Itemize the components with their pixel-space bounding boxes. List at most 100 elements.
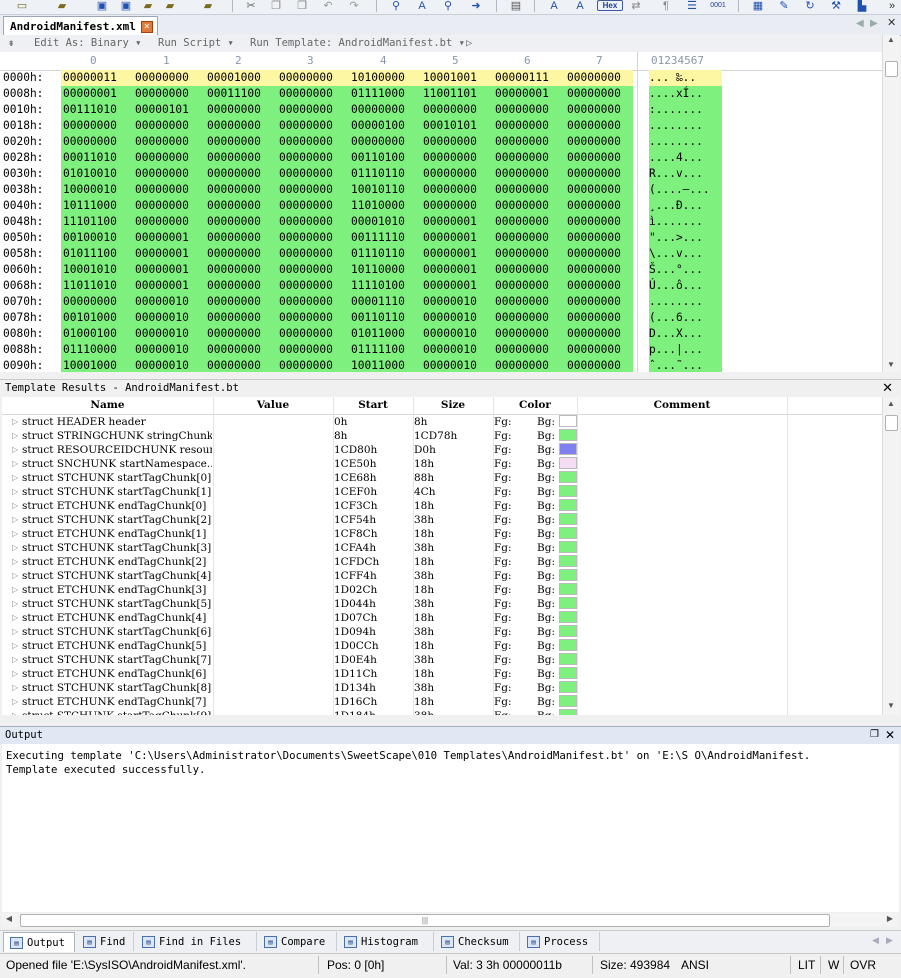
hex-mode-icon[interactable]: Hex	[597, 0, 623, 11]
find-in-files-icon[interactable]: ⚲	[440, 0, 456, 12]
goto-icon[interactable]: ➜	[468, 0, 484, 12]
fg-color-label[interactable]: Fg:	[494, 681, 512, 695]
hex-byte[interactable]: 00000111	[495, 70, 549, 86]
hex-byte[interactable]: 00000000	[495, 262, 549, 278]
hex-byte[interactable]: 01110110	[351, 246, 405, 262]
hex-byte[interactable]: 00000001	[63, 86, 117, 102]
hex-ascii[interactable]: ì.......	[649, 214, 722, 230]
bg-color-label[interactable]: Bg:	[537, 485, 555, 499]
hex-byte[interactable]: 00000010	[423, 326, 477, 342]
hex-byte[interactable]: 00000000	[279, 278, 333, 294]
bg-color-swatch[interactable]	[559, 625, 577, 637]
hex-ascii[interactable]: ....xÍ..	[649, 86, 722, 102]
table-row[interactable]: ▷ struct ETCHUNK endTagChunk[7] 1D16Ch 18h F…	[2, 695, 882, 709]
bg-color-swatch[interactable]	[559, 583, 577, 595]
hex-bytes[interactable]: 01000100 00000010 00000000 00000000 01011000…	[61, 326, 633, 342]
column-header[interactable]: Value	[213, 399, 333, 411]
fg-color-label[interactable]: Fg:	[494, 513, 512, 527]
hex-ascii[interactable]: \...v...	[649, 246, 722, 262]
hex-byte[interactable]: 00000000	[207, 214, 261, 230]
expand-icon[interactable]: ▷	[12, 513, 18, 527]
hex-byte[interactable]: 00000000	[423, 150, 477, 166]
bg-color-label[interactable]: Bg:	[537, 527, 555, 541]
fg-color-label[interactable]: Fg:	[494, 555, 512, 569]
hex-byte[interactable]: 00000000	[567, 214, 621, 230]
hex-byte[interactable]: 10011000	[351, 358, 405, 372]
table-row[interactable]: ▷ struct ETCHUNK endTagChunk[6] 1D11Ch 18h F…	[2, 667, 882, 681]
hex-byte[interactable]: 00000010	[423, 342, 477, 358]
hex-bytes[interactable]: 01110000 00000010 00000000 00000000 01111100…	[61, 342, 633, 358]
hex-byte[interactable]: 00000000	[207, 246, 261, 262]
hex-byte[interactable]: 00000000	[567, 182, 621, 198]
hex-byte[interactable]: 00000000	[135, 182, 189, 198]
hex-byte[interactable]: 00100010	[63, 230, 117, 246]
run-script-dropdown[interactable]: Run Script ▾	[158, 35, 234, 52]
hex-byte[interactable]: 00000000	[279, 310, 333, 326]
hex-byte[interactable]: 00000000	[279, 102, 333, 118]
bg-color-label[interactable]: Bg:	[537, 667, 555, 681]
bg-color-swatch[interactable]	[559, 541, 577, 553]
scroll-down-icon[interactable]: ▼	[884, 701, 898, 710]
edit-as-dropdown[interactable]: Edit As: Binary ▾	[34, 35, 141, 52]
bg-color-label[interactable]: Bg:	[537, 583, 555, 597]
fg-color-label[interactable]: Fg:	[494, 611, 512, 625]
hex-byte[interactable]: 00000000	[567, 86, 621, 102]
text-mode-icon[interactable]: A	[572, 0, 588, 12]
output-panel[interactable]: Executing template 'C:\Users\Administrat…	[2, 744, 899, 912]
insert-icon[interactable]: ¶	[658, 0, 674, 12]
status-endian[interactable]: LIT	[798, 954, 815, 976]
hex-byte[interactable]: 00000000	[279, 86, 333, 102]
folder2-icon[interactable]: ▰	[200, 0, 216, 12]
hex-byte[interactable]: 00000000	[495, 118, 549, 134]
hex-byte[interactable]: 10111000	[63, 198, 117, 214]
hex-byte[interactable]: 00000000	[495, 278, 549, 294]
bg-color-label[interactable]: Bg:	[537, 625, 555, 639]
hex-bytes[interactable]: 00000000 00000000 00000000 00000000 00000100…	[61, 118, 633, 134]
hex-bytes[interactable]: 10001010 00000001 00000000 00000000 10110000…	[61, 262, 633, 278]
expand-icon[interactable]: ▷	[12, 457, 18, 471]
expand-icon[interactable]: ▷	[12, 709, 18, 715]
hex-byte[interactable]: 00000000	[207, 166, 261, 182]
paste-icon[interactable]: ❐	[294, 0, 310, 12]
hex-byte[interactable]: 10001010	[63, 262, 117, 278]
open-recent-icon[interactable]: ▰	[140, 0, 156, 12]
hex-byte[interactable]: 00111110	[351, 230, 405, 246]
bg-color-swatch[interactable]	[559, 429, 577, 441]
status-overwrite[interactable]: OVR	[850, 954, 876, 976]
hex-byte[interactable]: 00000000	[63, 294, 117, 310]
binary-icon[interactable]: 0001	[708, 0, 728, 12]
hex-byte[interactable]: 00000000	[495, 358, 549, 372]
hex-byte[interactable]: 00000000	[495, 326, 549, 342]
hex-byte[interactable]: 00000010	[135, 294, 189, 310]
hex-bytes[interactable]: 00101000 00000010 00000000 00000000 00110110…	[61, 310, 633, 326]
hex-byte[interactable]: 00000001	[423, 214, 477, 230]
bg-color-label[interactable]: Bg:	[537, 415, 555, 429]
hex-byte[interactable]: 00000001	[135, 262, 189, 278]
table-row[interactable]: ▷ struct ETCHUNK endTagChunk[4] 1D07Ch 18h F…	[2, 611, 882, 625]
hex-byte[interactable]: 00000001	[423, 278, 477, 294]
hex-byte[interactable]: 01110000	[63, 342, 117, 358]
bg-color-swatch[interactable]	[559, 499, 577, 511]
file-tab[interactable]: AndroidManifest.xml ✕	[3, 16, 158, 36]
column-header[interactable]: Color	[493, 399, 577, 411]
font-icon[interactable]: A	[546, 0, 562, 12]
hex-byte[interactable]: 10010110	[351, 182, 405, 198]
expand-icon[interactable]: ▷	[12, 681, 18, 695]
hex-ascii[interactable]: ........	[649, 294, 722, 310]
hex-byte[interactable]: 00000000	[567, 294, 621, 310]
close-icon[interactable]: ✕	[885, 727, 895, 743]
hex-vertical-scrollbar[interactable]: ▲ ▼	[882, 35, 900, 372]
hex-byte[interactable]: 00000000	[279, 182, 333, 198]
bg-color-swatch[interactable]	[559, 709, 577, 715]
fg-color-label[interactable]: Fg:	[494, 569, 512, 583]
hex-byte[interactable]: 00000000	[567, 198, 621, 214]
expand-icon[interactable]: ▷	[12, 499, 18, 513]
bg-color-swatch[interactable]	[559, 653, 577, 665]
hex-byte[interactable]: 00000000	[207, 182, 261, 198]
hex-byte[interactable]: 00000000	[207, 342, 261, 358]
expand-icon[interactable]: ▷	[12, 443, 18, 457]
bg-color-label[interactable]: Bg:	[537, 695, 555, 709]
hex-byte[interactable]: 00000000	[567, 278, 621, 294]
bg-color-swatch[interactable]	[559, 443, 577, 455]
hex-byte[interactable]: 00000101	[135, 102, 189, 118]
